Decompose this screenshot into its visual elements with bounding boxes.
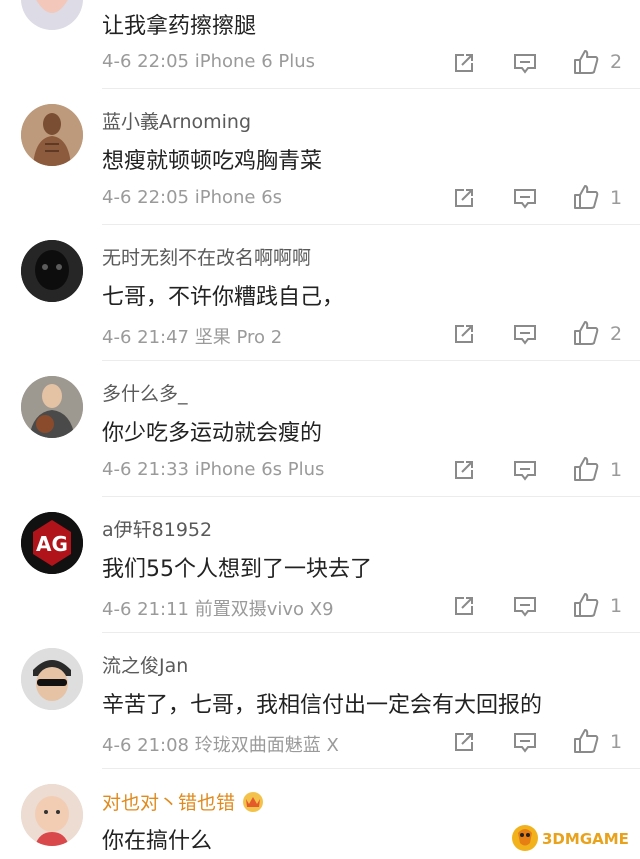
comment-text: 辛苦了，七哥，我相信付出一定会有大回报的: [102, 693, 543, 718]
thumbs-up-icon[interactable]: [572, 48, 600, 76]
comment-text: 你在搞什么: [102, 829, 213, 854]
comment-meta: 4-6 21:47 坚果 Pro 2: [102, 323, 282, 349]
comment-date: 4-6 21:33: [102, 459, 189, 480]
thumbs-up-icon[interactable]: [572, 591, 600, 619]
username[interactable]: 对也对丶错也错: [102, 788, 265, 817]
like-count: 2: [610, 51, 623, 73]
like-count: 1: [610, 595, 623, 617]
comment-meta: 4-6 22:05 iPhone 6 Plus: [102, 51, 315, 72]
username-text: 对也对丶错也错: [102, 792, 236, 814]
comment-device: iPhone 6s Plus: [194, 459, 325, 480]
like-count: 1: [610, 731, 623, 753]
share-icon[interactable]: [450, 456, 478, 484]
comment-device: 前置双摄vivo X9: [194, 599, 334, 620]
comment-date: 4-6 22:05: [102, 51, 189, 72]
comment-icon[interactable]: [511, 728, 539, 756]
username[interactable]: a伊轩81952: [102, 515, 212, 542]
divider: [102, 88, 640, 89]
comment-icon[interactable]: [511, 456, 539, 484]
avatar[interactable]: [21, 376, 83, 438]
thumbs-up-icon[interactable]: [572, 455, 600, 483]
comment-text: 想瘦就顿顿吃鸡胸青菜: [102, 149, 323, 174]
share-icon[interactable]: [450, 184, 478, 212]
divider: [102, 632, 640, 633]
crown-badge-icon: [241, 790, 265, 817]
comment-date: 4-6 21:11: [102, 599, 189, 620]
watermark-text: 3DMGAME: [542, 830, 629, 848]
username[interactable]: 多什么多_: [102, 379, 188, 406]
comment-date: 4-6 21:47: [102, 327, 189, 348]
divider: [102, 496, 640, 497]
comment-device: iPhone 6s: [194, 187, 283, 208]
divider: [102, 768, 640, 769]
like-count: 1: [610, 459, 623, 481]
comment-meta: 4-6 21:08 玲珑双曲面魅蓝 X: [102, 731, 339, 757]
comment-text: 我们55个人想到了一块去了: [102, 557, 372, 582]
comment-device: 坚果 Pro 2: [194, 327, 283, 348]
comment-meta: 4-6 22:05 iPhone 6s: [102, 187, 282, 208]
username[interactable]: 蓝小義Arnoming: [102, 107, 251, 134]
comment-icon[interactable]: [511, 592, 539, 620]
comment-device: 玲珑双曲面魅蓝 X: [194, 735, 339, 756]
like-count: 1: [610, 187, 623, 209]
watermark-logo: 3DMGAME: [510, 821, 630, 855]
thumbs-up-icon[interactable]: [572, 319, 600, 347]
comment-text: 让我拿药擦擦腿: [102, 14, 257, 39]
avatar[interactable]: [21, 104, 83, 166]
comment-date: 4-6 21:08: [102, 735, 189, 756]
thumbs-up-icon[interactable]: [572, 183, 600, 211]
comment-icon[interactable]: [511, 184, 539, 212]
avatar[interactable]: [21, 0, 83, 30]
share-icon[interactable]: [450, 49, 478, 77]
share-icon[interactable]: [450, 728, 478, 756]
username[interactable]: 流之俊Jan: [102, 651, 188, 678]
comment-device: iPhone 6 Plus: [194, 51, 316, 72]
comment-date: 4-6 22:05: [102, 187, 189, 208]
avatar[interactable]: AG: [21, 512, 83, 574]
comment-text: 你少吃多运动就会瘦的: [102, 421, 323, 446]
comment-meta: 4-6 21:33 iPhone 6s Plus: [102, 459, 324, 480]
svg-text:AG: AG: [36, 532, 68, 556]
username[interactable]: 无时无刻不在改名啊啊啊: [102, 243, 311, 270]
avatar[interactable]: [21, 648, 83, 710]
comment-meta: 4-6 21:11 前置双摄vivo X9: [102, 595, 334, 621]
comment-icon[interactable]: [511, 320, 539, 348]
comment-text: 七哥，不许你糟践自己，: [102, 285, 345, 310]
avatar[interactable]: [21, 784, 83, 846]
comment-icon[interactable]: [511, 49, 539, 77]
like-count: 2: [610, 323, 623, 345]
share-icon[interactable]: [450, 320, 478, 348]
avatar[interactable]: [21, 240, 83, 302]
thumbs-up-icon[interactable]: [572, 727, 600, 755]
share-icon[interactable]: [450, 592, 478, 620]
divider: [102, 360, 640, 361]
divider: [102, 224, 640, 225]
